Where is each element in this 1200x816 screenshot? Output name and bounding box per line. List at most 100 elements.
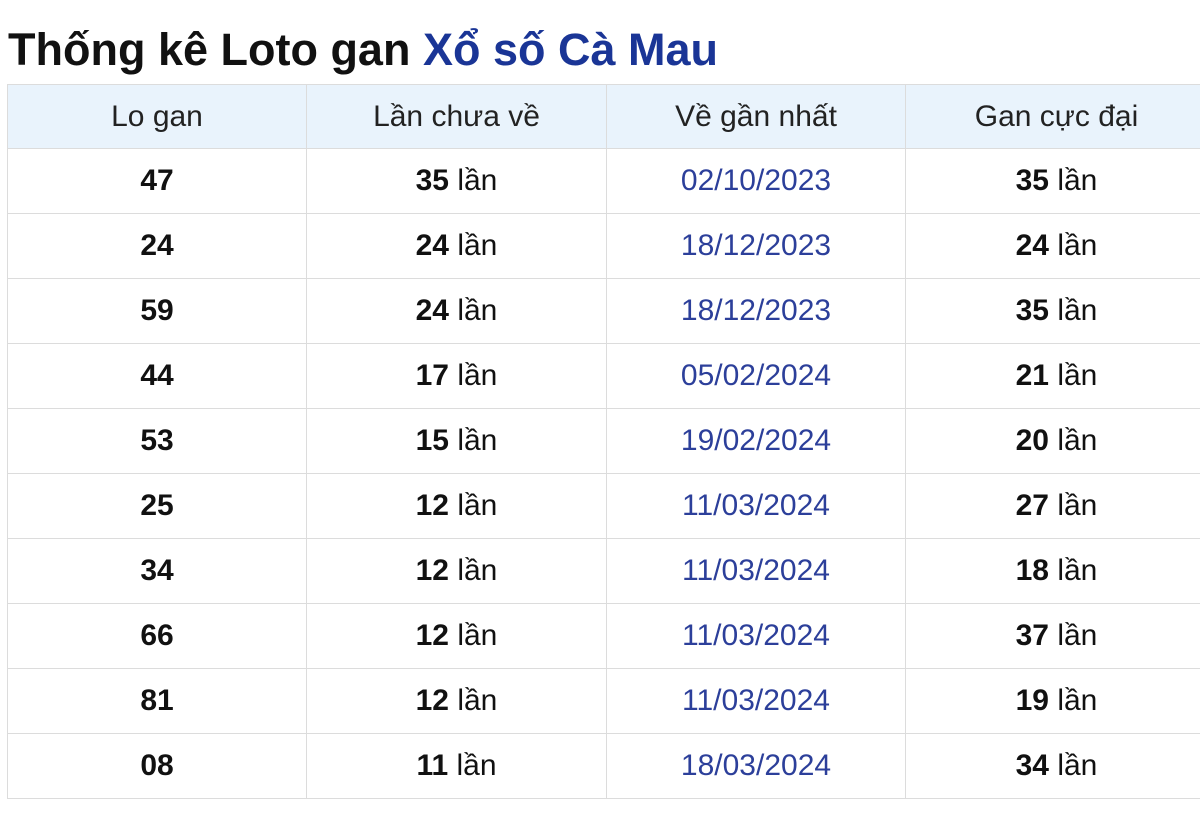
lo-number: 66 bbox=[7, 603, 307, 669]
max-gap-value: 35 bbox=[1015, 164, 1049, 197]
absent-count-unit: lần bbox=[457, 229, 498, 262]
absent-count-unit: lần bbox=[457, 489, 498, 522]
absent-count: 12 lần bbox=[306, 538, 607, 604]
header-lan-chua-ve: Lần chưa về bbox=[306, 84, 607, 149]
absent-count-unit: lần bbox=[457, 554, 498, 587]
absent-count-unit: lần bbox=[457, 684, 498, 717]
max-gap: 20 lần bbox=[905, 408, 1200, 474]
lo-number: 53 bbox=[7, 408, 307, 474]
lo-number: 34 bbox=[7, 538, 307, 604]
absent-count-unit: lần bbox=[457, 359, 498, 392]
table-row: 53 15 lần 19/02/2024 20 lần bbox=[7, 408, 1200, 474]
max-gap-value: 35 bbox=[1015, 294, 1049, 327]
last-seen-date: 18/12/2023 bbox=[606, 213, 906, 279]
max-gap-unit: lần bbox=[1057, 164, 1098, 197]
max-gap-value: 18 bbox=[1015, 554, 1049, 587]
absent-count-unit: lần bbox=[457, 164, 498, 197]
page: Thống kê Loto gan Xổ số Cà Mau Lo gan Lầ… bbox=[0, 0, 1200, 816]
max-gap: 21 lần bbox=[905, 343, 1200, 409]
absent-count-value: 17 bbox=[415, 359, 449, 392]
absent-count-value: 24 bbox=[415, 229, 449, 262]
max-gap-value: 19 bbox=[1015, 684, 1049, 717]
last-seen-date: 19/02/2024 bbox=[606, 408, 906, 474]
max-gap: 27 lần bbox=[905, 473, 1200, 539]
header-lo-gan: Lo gan bbox=[7, 84, 307, 149]
absent-count-value: 15 bbox=[415, 424, 449, 457]
max-gap: 35 lần bbox=[905, 148, 1200, 214]
last-seen-date: 05/02/2024 bbox=[606, 343, 906, 409]
max-gap: 18 lần bbox=[905, 538, 1200, 604]
max-gap-value: 24 bbox=[1015, 229, 1049, 262]
max-gap-unit: lần bbox=[1057, 489, 1098, 522]
max-gap: 35 lần bbox=[905, 278, 1200, 344]
table-row: 08 11 lần 18/03/2024 34 lần bbox=[7, 733, 1200, 799]
max-gap-value: 21 bbox=[1015, 359, 1049, 392]
absent-count-unit: lần bbox=[457, 619, 498, 652]
table-row: 24 24 lần 18/12/2023 24 lần bbox=[7, 213, 1200, 279]
absent-count-value: 12 bbox=[415, 489, 449, 522]
absent-count: 17 lần bbox=[306, 343, 607, 409]
table-row: 34 12 lần 11/03/2024 18 lần bbox=[7, 538, 1200, 604]
table-header-row: Lo gan Lần chưa về Về gần nhất Gan cực đ… bbox=[7, 84, 1200, 149]
absent-count-value: 12 bbox=[415, 684, 449, 717]
max-gap: 37 lần bbox=[905, 603, 1200, 669]
absent-count: 12 lần bbox=[306, 473, 607, 539]
title-place: Xổ số Cà Mau bbox=[422, 24, 719, 75]
last-seen-date: 11/03/2024 bbox=[606, 473, 906, 539]
absent-count-unit: lần bbox=[457, 424, 498, 457]
lo-number: 24 bbox=[7, 213, 307, 279]
absent-count-unit: lần bbox=[457, 294, 498, 327]
max-gap-unit: lần bbox=[1057, 554, 1098, 587]
max-gap-unit: lần bbox=[1057, 359, 1098, 392]
last-seen-date: 02/10/2023 bbox=[606, 148, 906, 214]
absent-count: 24 lần bbox=[306, 213, 607, 279]
max-gap-unit: lần bbox=[1057, 619, 1098, 652]
table-row: 66 12 lần 11/03/2024 37 lần bbox=[7, 603, 1200, 669]
lo-number: 81 bbox=[7, 668, 307, 734]
absent-count: 12 lần bbox=[306, 668, 607, 734]
max-gap-unit: lần bbox=[1057, 684, 1098, 717]
max-gap-unit: lần bbox=[1057, 294, 1098, 327]
absent-count: 15 lần bbox=[306, 408, 607, 474]
absent-count: 11 lần bbox=[306, 733, 607, 799]
last-seen-date: 18/12/2023 bbox=[606, 278, 906, 344]
absent-count-value: 12 bbox=[415, 554, 449, 587]
page-title: Thống kê Loto gan Xổ số Cà Mau bbox=[8, 22, 718, 78]
last-seen-date: 11/03/2024 bbox=[606, 538, 906, 604]
absent-count-value: 11 bbox=[416, 749, 449, 782]
max-gap-value: 37 bbox=[1015, 619, 1049, 652]
absent-count: 24 lần bbox=[306, 278, 607, 344]
max-gap: 24 lần bbox=[905, 213, 1200, 279]
table-body: 47 35 lần 02/10/2023 35 lần 24 24 lần 18/12/20… bbox=[7, 148, 1200, 799]
table-row: 44 17 lần 05/02/2024 21 lần bbox=[7, 343, 1200, 409]
absent-count-value: 12 bbox=[415, 619, 449, 652]
max-gap-value: 27 bbox=[1015, 489, 1049, 522]
lo-number: 25 bbox=[7, 473, 307, 539]
absent-count-value: 35 bbox=[415, 164, 449, 197]
last-seen-date: 11/03/2024 bbox=[606, 603, 906, 669]
table-row: 59 24 lần 18/12/2023 35 lần bbox=[7, 278, 1200, 344]
loto-gan-table: Lo gan Lần chưa về Về gần nhất Gan cực đ… bbox=[7, 84, 1200, 799]
absent-count-value: 24 bbox=[415, 294, 449, 327]
absent-count: 35 lần bbox=[306, 148, 607, 214]
table-row: 81 12 lần 11/03/2024 19 lần bbox=[7, 668, 1200, 734]
lo-number: 59 bbox=[7, 278, 307, 344]
absent-count: 12 lần bbox=[306, 603, 607, 669]
lo-number: 44 bbox=[7, 343, 307, 409]
max-gap: 34 lần bbox=[905, 733, 1200, 799]
max-gap-unit: lần bbox=[1057, 229, 1098, 262]
table-row: 47 35 lần 02/10/2023 35 lần bbox=[7, 148, 1200, 214]
max-gap-unit: lần bbox=[1057, 749, 1098, 782]
max-gap-value: 20 bbox=[1015, 424, 1049, 457]
max-gap: 19 lần bbox=[905, 668, 1200, 734]
max-gap-value: 34 bbox=[1015, 749, 1049, 782]
last-seen-date: 11/03/2024 bbox=[606, 668, 906, 734]
last-seen-date: 18/03/2024 bbox=[606, 733, 906, 799]
lo-number: 08 bbox=[7, 733, 307, 799]
title-prefix: Thống kê Loto gan bbox=[8, 24, 411, 75]
header-ve-gan-nhat: Về gần nhất bbox=[606, 84, 906, 149]
header-gan-cuc-dai: Gan cực đại bbox=[905, 84, 1200, 149]
table-row: 25 12 lần 11/03/2024 27 lần bbox=[7, 473, 1200, 539]
lo-number: 47 bbox=[7, 148, 307, 214]
absent-count-unit: lần bbox=[456, 749, 497, 782]
